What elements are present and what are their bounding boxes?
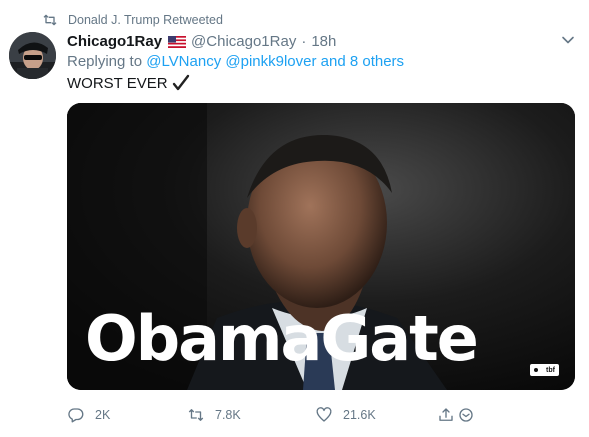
replying-to: Replying to @LVNancy @pinkk9lover and 8 … <box>67 53 404 70</box>
reply-count: 2K <box>95 408 111 422</box>
source-badge: tbf <box>530 364 559 376</box>
share-icon <box>439 408 453 421</box>
retweet-context[interactable]: Donald J. Trump Retweeted <box>42 12 223 28</box>
badge-label: tbf <box>546 366 555 374</box>
tweet-media-image[interactable]: ObamaGate tbf <box>67 103 575 390</box>
like-button[interactable]: 21.6K <box>315 405 376 425</box>
avatar[interactable] <box>9 32 56 79</box>
replying-to-prefix: Replying to <box>67 53 147 70</box>
retweet-count: 7.8K <box>215 408 241 422</box>
retweet-label: Donald J. Trump Retweeted <box>68 13 223 27</box>
retweet-button[interactable]: 7.8K <box>187 405 241 425</box>
user-handle[interactable]: @Chicago1Ray <box>191 33 296 50</box>
heart-icon <box>316 407 332 422</box>
reply-user-link[interactable]: @LVNancy <box>146 53 221 70</box>
message-icon <box>459 408 473 422</box>
retweet-icon <box>188 409 204 421</box>
timestamp[interactable]: 18h <box>311 33 336 50</box>
overlay-caption: ObamaGate <box>85 302 479 375</box>
separator: · <box>301 32 307 50</box>
tweet-header: Chicago1Ray @Chicago1Ray · 18h <box>67 31 336 51</box>
reply-button[interactable]: 2K <box>67 405 110 425</box>
reply-others-link[interactable]: and 8 others <box>321 53 404 70</box>
tweet-body: WORST EVER <box>67 74 168 92</box>
badge-dot <box>534 368 539 372</box>
us-flag-icon <box>168 35 187 48</box>
message-button[interactable] <box>457 405 475 425</box>
check-mark-icon <box>172 74 190 92</box>
tweet-actions: 2K 7.8K 21.6K <box>67 405 487 425</box>
like-count: 21.6K <box>343 408 376 422</box>
tweet-text: WORST EVER <box>67 74 190 92</box>
reply-user-link[interactable]: @pinkk9lover <box>225 53 316 70</box>
retweet-icon <box>42 13 58 27</box>
display-name[interactable]: Chicago1Ray <box>67 33 162 50</box>
reply-icon <box>68 408 84 423</box>
share-button[interactable] <box>437 405 455 425</box>
chevron-down-icon[interactable] <box>561 33 575 47</box>
